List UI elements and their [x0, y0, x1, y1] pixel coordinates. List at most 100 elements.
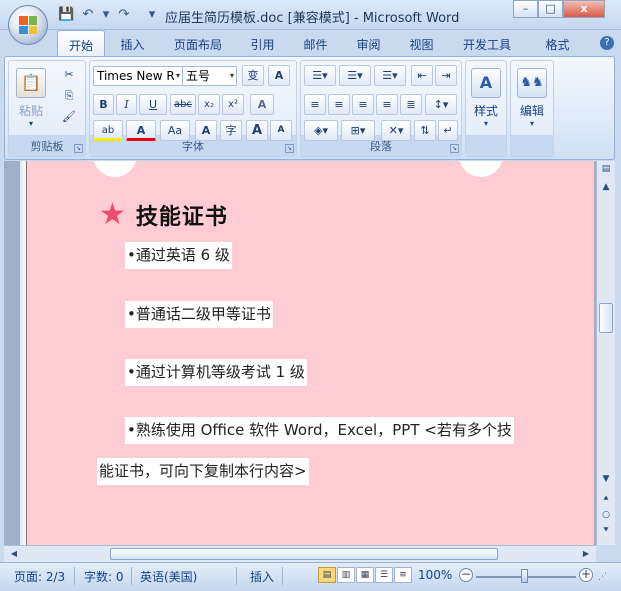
list-item[interactable]: •通过英语 6 级 [125, 242, 232, 269]
decrease-indent-icon[interactable]: ⇤ [411, 65, 433, 86]
clipboard-launcher-icon[interactable]: ↘ [74, 144, 83, 153]
superscript-button[interactable]: x² [222, 94, 244, 115]
format-painter-icon[interactable]: 🖌 [59, 107, 79, 128]
next-page-icon[interactable]: ⯆ [598, 523, 614, 539]
zoom-out-button[interactable]: − [459, 568, 473, 582]
paste-arrow-icon: ▾ [28, 119, 33, 128]
title-bar: 💾 ↶ ▾ ↷ ▾ 应届生简历模板.doc [兼容模式] - Microsoft… [0, 0, 621, 30]
justify-icon[interactable]: ≡ [376, 94, 398, 115]
line-spacing-icon[interactable]: ↕▾ [425, 94, 457, 115]
cut-icon[interactable]: ✂ [59, 65, 79, 86]
phonetic-guide-icon[interactable]: 变 [242, 65, 264, 86]
word-count[interactable]: 字数: 0 [84, 568, 124, 585]
zoom-slider-knob[interactable] [521, 569, 528, 583]
editing-group: ♞♞ 编辑 ▾ [510, 60, 554, 157]
list-item[interactable]: •熟练使用 Office 软件 Word，Excel，PPT <若有多个技 [125, 417, 514, 444]
office-logo-icon [19, 16, 37, 34]
bold-button[interactable]: B [93, 94, 114, 115]
tab-view[interactable]: 视图 [399, 30, 444, 56]
zoom-level[interactable]: 100% [418, 568, 452, 582]
list-item[interactable]: •普通话二级甲等证书 [125, 301, 273, 328]
tab-developer[interactable]: 开发工具 [452, 30, 522, 56]
zoom-in-button[interactable]: + [579, 568, 593, 582]
page-decoration-circle [93, 161, 137, 177]
multilevel-list-icon[interactable]: ☰▾ [374, 65, 406, 86]
paste-button[interactable]: 📋 粘贴 ▾ [11, 65, 51, 135]
tab-insert[interactable]: 插入 [110, 30, 155, 56]
status-separator [131, 567, 132, 585]
align-center-icon[interactable]: ≡ [328, 94, 350, 115]
scroll-right-icon[interactable]: ▶ [578, 546, 594, 562]
copy-icon[interactable]: ⎘ [59, 86, 79, 107]
list-item-continuation[interactable]: 能证书，可向下复制本行内容> [97, 458, 309, 485]
binoculars-icon: ♞♞ [517, 68, 547, 98]
distributed-icon[interactable]: ≣ [400, 94, 422, 115]
list-item[interactable]: •通过计算机等级考试 1 级 [125, 359, 307, 386]
quick-access-toolbar: 💾 ↶ ▾ ↷ ▾ [58, 7, 156, 23]
font-name-combo[interactable]: Times New R ▾ [93, 66, 183, 86]
print-layout-view-icon[interactable]: ▤ [318, 567, 336, 583]
dropdown-arrow-icon: ▾ [229, 71, 234, 80]
align-left-icon[interactable]: ≡ [304, 94, 326, 115]
styles-arrow-icon: ▾ [483, 119, 488, 128]
scroll-left-icon[interactable]: ◀ [6, 546, 22, 562]
horizontal-scrollbar[interactable]: ◀ ▶ [4, 545, 596, 562]
page-decoration-circle [459, 161, 503, 177]
help-icon[interactable]: ? [600, 36, 614, 50]
horizontal-scroll-thumb[interactable] [110, 548, 498, 560]
undo-dropdown-icon[interactable]: ▾ [102, 7, 110, 23]
document-page[interactable]: ★ 技能证书 •通过英语 6 级 •普通话二级甲等证书 •通过计算机等级考试 1… [26, 161, 594, 545]
full-screen-reading-icon[interactable]: ▥ [337, 567, 355, 583]
tab-page-layout[interactable]: 页面布局 [163, 30, 233, 56]
styles-button[interactable]: A 样式 ▾ [466, 65, 506, 135]
increase-indent-icon[interactable]: ⇥ [435, 65, 457, 86]
previous-page-icon[interactable]: ⯅ [598, 491, 614, 507]
save-icon[interactable]: 💾 [58, 7, 74, 23]
ruler-toggle-icon[interactable]: ▤ [598, 161, 614, 177]
close-button[interactable]: x [563, 0, 605, 18]
styles-icon: A [471, 68, 501, 98]
strikethrough-button[interactable]: abc [170, 94, 196, 115]
font-launcher-icon[interactable]: ↘ [285, 144, 294, 153]
tab-review[interactable]: 审阅 [346, 30, 391, 56]
customize-qat-icon[interactable]: ▾ [148, 7, 156, 23]
maximize-button[interactable]: □ [538, 0, 563, 18]
status-separator [74, 567, 75, 585]
paragraph-group: ☰▾ ☰▾ ☰▾ ⇤ ⇥ ≡ ≡ ≡ ≡ ≣ ↕▾ ◈▾ ⊞▾ ✕▾ ⇅ ↵ 段… [300, 60, 462, 157]
resize-grip-icon[interactable]: ⋰ [598, 572, 607, 582]
outline-view-icon[interactable]: ☰ [375, 567, 393, 583]
office-button[interactable] [8, 5, 48, 45]
font-size-combo[interactable]: 五号 ▾ [182, 66, 237, 86]
browse-object-icon[interactable]: ○ [598, 507, 614, 523]
tab-home[interactable]: 开始 [57, 30, 105, 56]
editing-button[interactable]: ♞♞ 编辑 ▾ [512, 65, 552, 135]
subscript-button[interactable]: x₂ [198, 94, 220, 115]
vertical-scroll-thumb[interactable] [599, 303, 613, 333]
page-count[interactable]: 页面: 2/3 [14, 568, 65, 585]
insert-mode-indicator[interactable]: 插入 [250, 568, 274, 585]
italic-button[interactable]: I [116, 94, 137, 115]
char-border-icon[interactable]: A [268, 65, 290, 86]
tab-mailings[interactable]: 邮件 [293, 30, 338, 56]
vertical-scrollbar[interactable]: ▤ ▲ ▼ ⯅ ○ ⯆ [596, 161, 615, 545]
minimize-button[interactable]: – [513, 0, 538, 18]
numbering-icon[interactable]: ☰▾ [339, 65, 371, 86]
bullets-icon[interactable]: ☰▾ [304, 65, 336, 86]
web-layout-icon[interactable]: ▦ [356, 567, 374, 583]
tab-format[interactable]: 格式 [535, 30, 580, 56]
underline-button[interactable]: U [139, 94, 167, 115]
paragraph-launcher-icon[interactable]: ↘ [450, 144, 459, 153]
clipboard-group: 📋 粘贴 ▾ ✂ ⎘ 🖌 剪贴板 ↘ [8, 60, 86, 157]
tab-references[interactable]: 引用 [240, 30, 285, 56]
redo-icon[interactable]: ↷ [116, 7, 132, 23]
scroll-up-icon[interactable]: ▲ [598, 179, 614, 195]
ribbon-tabs: 开始 插入 页面布局 引用 邮件 审阅 视图 开发工具 格式 ? [0, 30, 621, 57]
star-icon: ★ [99, 197, 126, 232]
clear-formatting-icon[interactable]: A [250, 94, 274, 115]
align-right-icon[interactable]: ≡ [352, 94, 374, 115]
undo-icon[interactable]: ↶ [80, 7, 96, 23]
scroll-down-icon[interactable]: ▼ [598, 471, 614, 487]
language-indicator[interactable]: 英语(美国) [140, 568, 197, 585]
ribbon: 📋 粘贴 ▾ ✂ ⎘ 🖌 剪贴板 ↘ Times New R ▾ 五号 ▾ 变 A … [4, 56, 615, 160]
draft-view-icon[interactable]: ≡ [394, 567, 412, 583]
